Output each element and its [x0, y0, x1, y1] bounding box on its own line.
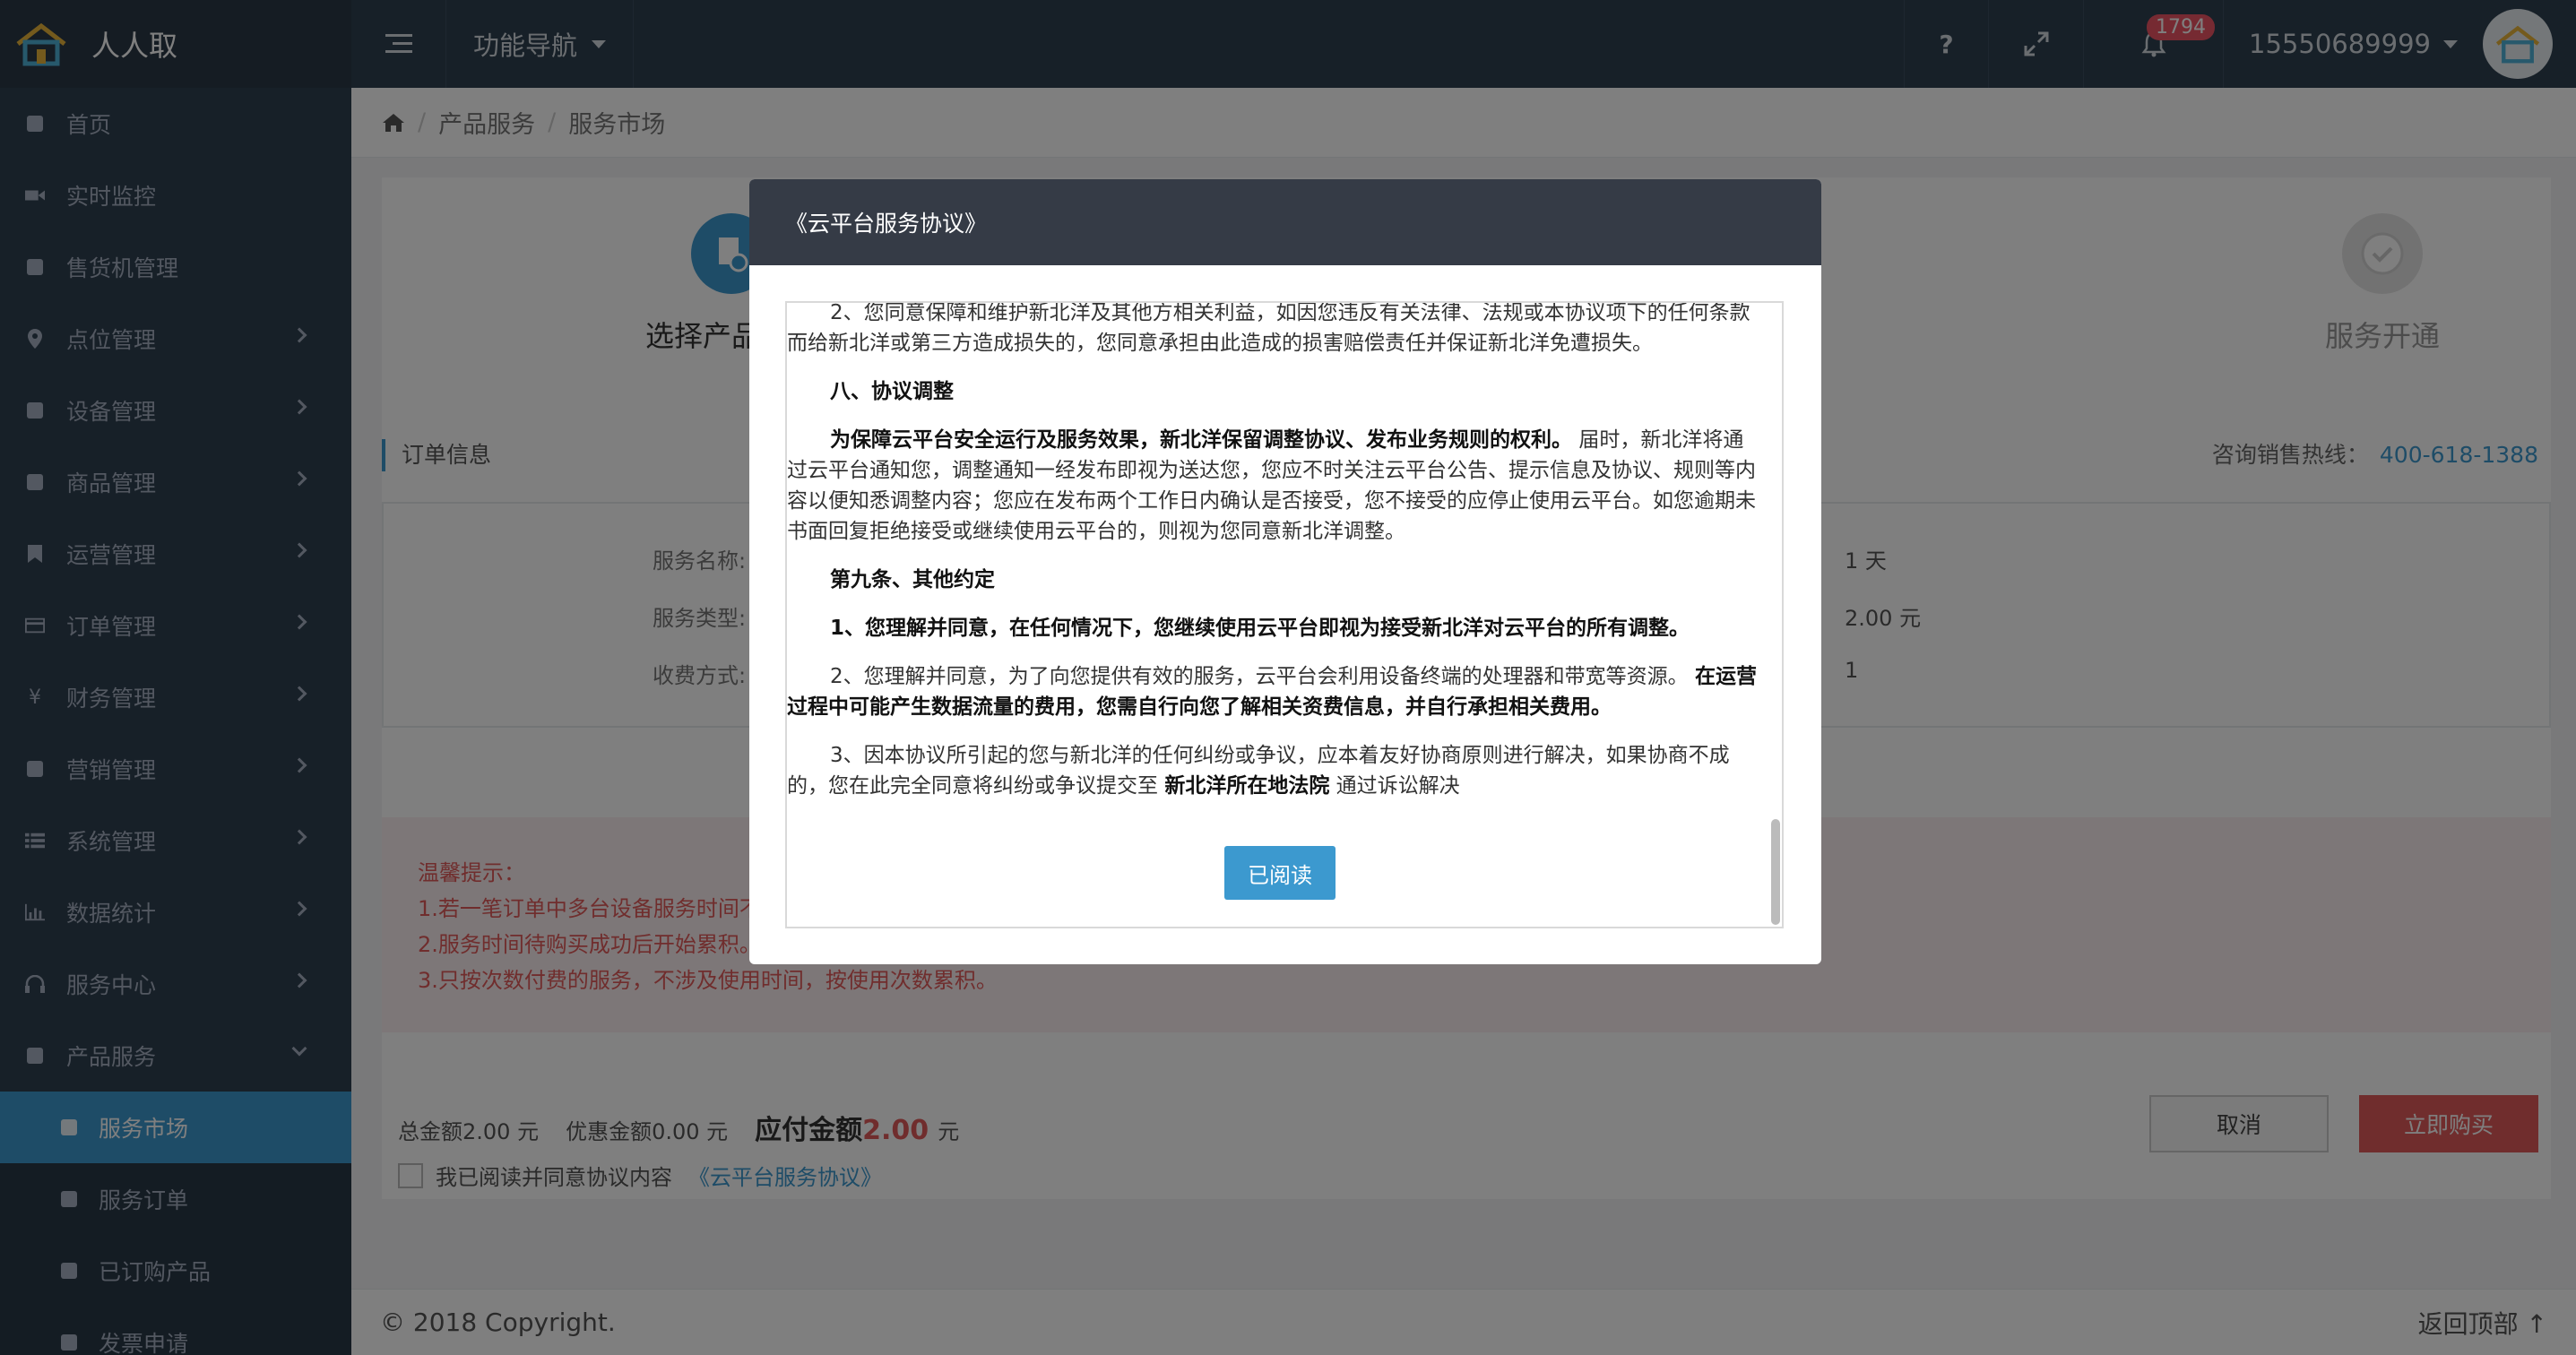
scrollbar-thumb[interactable]	[1771, 819, 1780, 925]
agreement-heading: 八、协议调整	[830, 380, 954, 403]
agreement-paragraph: 2、您同意保障和维护新北洋及其他方相关利益，如因您违反有关法律、法规或本协议项下…	[787, 301, 1750, 355]
agreement-paragraph: 3、因本协议所引起的您与新北洋的任何纠纷或争议，应本着友好协商原则进行解决，如果…	[787, 744, 1730, 798]
agreement-modal: 《云平台服务协议》 2、您同意保障和维护新北洋及其他方相关利益，如因您违反有关法…	[749, 179, 1821, 964]
agreement-paragraph: 为保障云平台安全运行及服务效果，新北洋保留调整协议、发布业务规则的权利。 届时，…	[787, 428, 1756, 543]
agreement-paragraph: 2、您理解并同意，为了向您提供有效的服务，云平台会利用设备终端的处理器和带宽等资…	[787, 665, 1757, 719]
read-confirm-button[interactable]: 已阅读	[1224, 846, 1336, 900]
agreement-heading: 第九条、其他约定	[830, 568, 995, 591]
agreement-scroll-area[interactable]: 2、您同意保障和维护新北洋及其他方相关利益，如因您违反有关法律、法规或本协议项下…	[785, 301, 1784, 928]
modal-title: 《云平台服务协议》	[749, 179, 1821, 265]
agreement-text: 2、您同意保障和维护新北洋及其他方相关利益，如因您违反有关法律、法规或本协议项下…	[787, 301, 1764, 819]
agreement-paragraph: 1、您理解并同意，在任何情况下，您继续使用云平台即视为接受新北洋对云平台的所有调…	[830, 617, 1690, 640]
